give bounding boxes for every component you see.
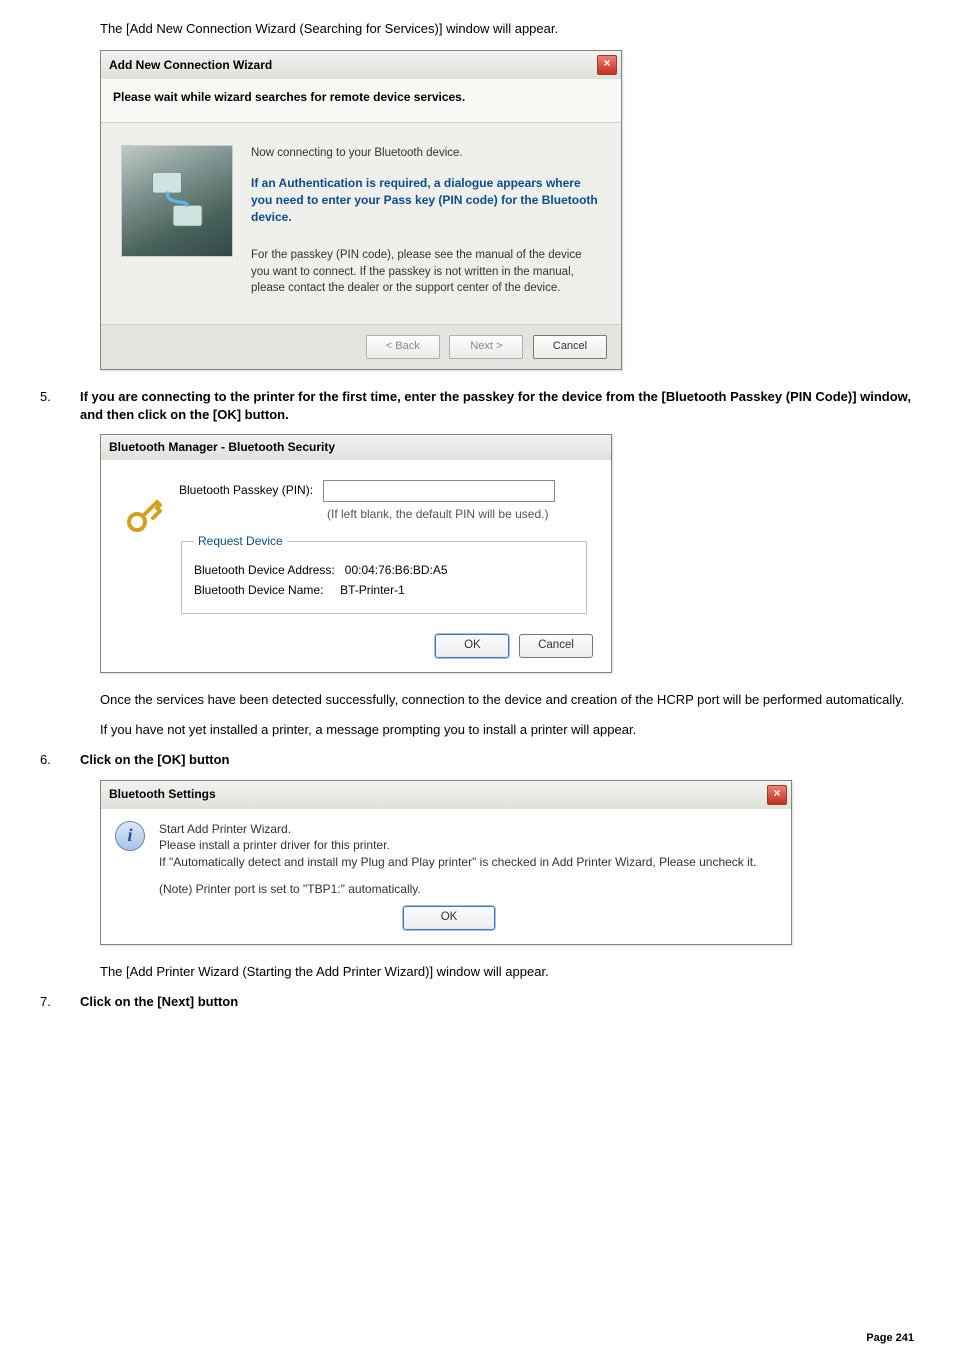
step5-title: If you are connecting to the printer for… [80, 389, 911, 422]
addr-value: 00:04:76:B6:BD:A5 [345, 563, 448, 577]
close-icon[interactable]: × [597, 55, 617, 75]
wizard-note: For the passkey (PIN code), please see t… [251, 247, 601, 295]
settings-line4: (Note) Printer port is set to "TBP1:" au… [159, 881, 777, 898]
wizard-titlebar: Add New Connection Wizard × [101, 51, 621, 79]
settings-title: Bluetooth Settings [109, 786, 216, 803]
post6-text: The [Add Printer Wizard (Starting the Ad… [100, 963, 914, 981]
intro-text: The [Add New Connection Wizard (Searchin… [100, 20, 914, 38]
step7-title: Click on the [Next] button [80, 994, 238, 1009]
wizard-auth-block: If an Authentication is required, a dial… [251, 175, 601, 225]
ok-button[interactable]: OK [403, 906, 495, 930]
settings-line3: If "Automatically detect and install my … [159, 854, 777, 871]
settings-line2: Please install a printer driver for this… [159, 837, 777, 854]
security-title: Bluetooth Manager - Bluetooth Security [109, 439, 335, 456]
wizard-subheading: Please wait while wizard searches for re… [101, 79, 621, 123]
page-number: Page 241 [90, 1331, 914, 1346]
post5-text-b: If you have not yet installed a printer,… [100, 721, 914, 739]
request-device-group: Request Device Bluetooth Device Address:… [181, 533, 587, 614]
settings-titlebar: Bluetooth Settings × [101, 781, 791, 809]
name-value: BT-Printer-1 [340, 583, 405, 597]
step7-number: 7. [40, 993, 80, 1011]
step6-title: Click on the [OK] button [80, 752, 229, 767]
info-icon: i [115, 821, 145, 851]
security-dialog: Bluetooth Manager - Bluetooth Security B… [100, 434, 612, 673]
step5-number: 5. [40, 388, 80, 424]
cancel-button[interactable]: Cancel [533, 335, 607, 359]
wizard-title: Add New Connection Wizard [109, 57, 272, 74]
security-titlebar: Bluetooth Manager - Bluetooth Security [101, 435, 611, 460]
pin-label: Bluetooth Passkey (PIN): [179, 483, 313, 497]
close-icon[interactable]: × [767, 785, 787, 805]
post5-text-a: Once the services have been detected suc… [100, 691, 914, 709]
ok-button[interactable]: OK [435, 634, 509, 658]
back-button[interactable]: < Back [366, 335, 440, 359]
pin-input[interactable] [323, 480, 555, 502]
step6-number: 6. [40, 751, 80, 769]
cancel-button[interactable]: Cancel [519, 634, 593, 658]
request-device-legend: Request Device [194, 533, 287, 550]
name-label: Bluetooth Device Name: [194, 583, 323, 597]
wizard-window: Add New Connection Wizard × Please wait … [100, 50, 622, 370]
addr-label: Bluetooth Device Address: [194, 563, 335, 577]
key-icon [123, 496, 163, 541]
pin-hint: (If left blank, the default PIN will be … [179, 506, 589, 523]
wizard-image [121, 145, 233, 257]
wizard-line1: Now connecting to your Bluetooth device. [251, 147, 463, 159]
next-button[interactable]: Next > [449, 335, 523, 359]
settings-line1: Start Add Printer Wizard. [159, 821, 777, 838]
settings-dialog: Bluetooth Settings × i Start Add Printer… [100, 780, 792, 945]
